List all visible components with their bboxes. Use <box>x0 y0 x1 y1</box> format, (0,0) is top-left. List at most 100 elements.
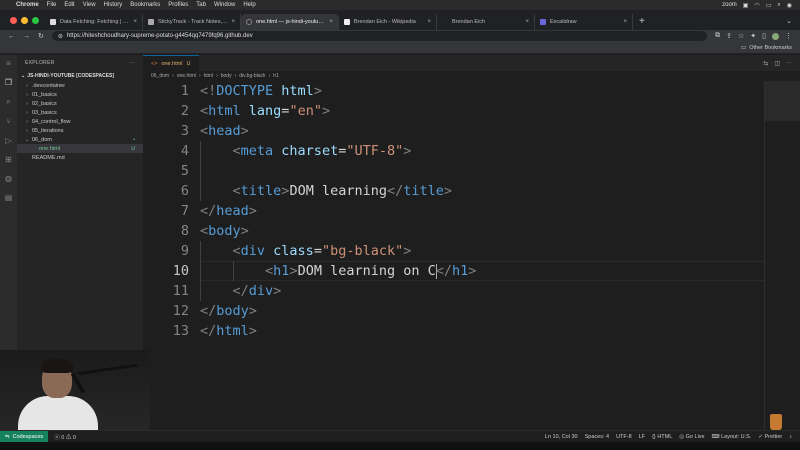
maximize-window-icon[interactable] <box>32 16 39 24</box>
go-live[interactable]: ◎ Go Live <box>679 434 704 440</box>
tree-folder[interactable]: › 02_basics <box>17 99 143 108</box>
tree-folder[interactable]: › .devcontainer <box>17 81 143 90</box>
menu-view[interactable]: View <box>83 2 96 8</box>
reload-icon[interactable]: ↻ <box>38 32 44 40</box>
wifi-icon[interactable]: ◠ <box>754 2 759 9</box>
code-line[interactable]: 7 </head> <box>143 201 800 221</box>
browser-tab-codespace[interactable]: one.html — js-hindi-youtube [C... × <box>241 14 339 30</box>
breadcrumb-item[interactable]: one.html <box>177 73 196 79</box>
end-of-line[interactable]: LF <box>639 434 645 440</box>
tree-folder[interactable]: › 01_basics <box>17 90 143 99</box>
menu-edit[interactable]: Edit <box>64 2 74 8</box>
battery-icon[interactable]: ▭ <box>766 2 772 9</box>
tree-folder[interactable]: › 03_basics <box>17 108 143 117</box>
side-panel-icon[interactable]: ▯ <box>762 32 766 40</box>
back-icon[interactable]: ← <box>8 33 15 40</box>
tampermonkey-icon[interactable] <box>770 414 782 430</box>
breadcrumb-item[interactable]: div.bg-black <box>239 73 265 79</box>
menu-bookmarks[interactable]: Bookmarks <box>130 2 160 8</box>
search-icon[interactable]: ⌕ <box>777 2 780 9</box>
share-icon[interactable]: ⇪ <box>726 32 732 40</box>
breadcrumb-item[interactable]: body <box>221 73 232 79</box>
extensions-icon[interactable]: ⊞ <box>5 155 12 164</box>
code-line[interactable]: 12 </body> <box>143 301 800 321</box>
close-tab-icon[interactable]: × <box>525 19 529 25</box>
browser-tab-stickytrack[interactable]: StickyTrack - Track Notes, Tra... × <box>143 14 241 30</box>
code-line[interactable]: 9 <div class="bg-black"> <box>143 241 800 261</box>
chrome-menu-icon[interactable]: ⋮ <box>785 32 792 40</box>
breadcrumb-item[interactable]: html <box>204 73 213 79</box>
code-line[interactable]: 1 <!DOCTYPE html> <box>143 81 800 101</box>
menu-file[interactable]: File <box>47 2 57 8</box>
menu-profiles[interactable]: Profiles <box>168 2 188 8</box>
bookmark-star-icon[interactable]: ☆ <box>738 32 744 40</box>
profile-avatar[interactable] <box>772 32 779 40</box>
close-tab-icon[interactable]: × <box>623 19 627 25</box>
tree-file[interactable]: one.html U <box>17 144 143 153</box>
language-mode[interactable]: {} HTML <box>652 434 672 440</box>
new-tab-button[interactable]: + <box>633 14 651 30</box>
site-info-icon[interactable]: ⊜ <box>58 33 63 40</box>
menu-tab[interactable]: Tab <box>196 2 206 8</box>
close-window-icon[interactable] <box>10 16 17 24</box>
github-icon[interactable]: ◍ <box>5 174 12 183</box>
browser-tab-nextjs[interactable]: Data Fetching: Fetching | Next.js × <box>45 14 143 30</box>
code-line[interactable]: 11 </div> <box>143 281 800 301</box>
code-line[interactable]: 5 <box>143 161 800 181</box>
browser-tab-excalidraw[interactable]: Excalidraw × <box>535 14 633 30</box>
code-line[interactable]: 4 <meta charset="UTF-8"> <box>143 141 800 161</box>
workspace-root[interactable]: ⌄ JS-HINDI-YOUTUBE [CODESPACES] <box>17 71 143 81</box>
tab-search-chevron-icon[interactable]: ⌄ <box>778 14 800 30</box>
compare-icon[interactable]: ⇆ <box>763 60 768 67</box>
code-line[interactable]: 13 </html> <box>143 321 800 341</box>
editor-tab-one-html[interactable]: <> one.html U <box>143 55 199 71</box>
open-in-app-icon[interactable]: ⧉ <box>715 32 720 40</box>
forward-icon[interactable]: → <box>23 33 30 40</box>
minimize-window-icon[interactable] <box>21 16 28 24</box>
search-icon[interactable]: ⌕ <box>6 97 10 107</box>
extensions-icon[interactable]: ✦ <box>750 32 756 40</box>
notifications-bell-icon[interactable]: ♪ <box>789 434 792 440</box>
menu-window[interactable]: Window <box>214 2 235 8</box>
code-line[interactable]: 8 <body> <box>143 221 800 241</box>
close-tab-icon[interactable]: × <box>427 19 431 25</box>
encoding[interactable]: UTF-8 <box>616 434 632 440</box>
menu-icon[interactable]: ≡ <box>6 59 11 68</box>
tree-file[interactable]: README.md <box>17 153 143 162</box>
other-bookmarks[interactable]: Other Bookmarks <box>749 45 792 51</box>
indentation[interactable]: Spaces: 4 <box>585 434 609 440</box>
more-actions-icon[interactable]: ··· <box>129 60 135 66</box>
close-tab-icon[interactable]: × <box>329 19 333 25</box>
tree-folder[interactable]: › 05_iterations <box>17 126 143 135</box>
minimap[interactable] <box>765 81 800 430</box>
code-line[interactable]: 10 <h1>DOM learning on C</h1> <box>143 261 800 281</box>
more-actions-icon[interactable]: ··· <box>786 60 792 67</box>
breadcrumb-item[interactable]: h1 <box>273 73 279 79</box>
minimap-viewport[interactable] <box>765 81 800 121</box>
code-line[interactable]: 6 <title>DOM learning</title> <box>143 181 800 201</box>
keyboard-layout[interactable]: ⌨ Layout: U.S. <box>712 434 752 440</box>
menubar-app-name[interactable]: Chrome <box>16 2 39 8</box>
breadcrumb-item[interactable]: 06_dom <box>151 73 169 79</box>
explorer-icon[interactable]: ❐ <box>5 78 12 87</box>
tree-folder[interactable]: ⌄ 06_dom • <box>17 135 143 144</box>
problems-indicator[interactable]: ⓧ 0 ⚠ 0 <box>54 433 76 441</box>
split-editor-icon[interactable]: ◫ <box>774 60 780 67</box>
remote-indicator[interactable]: ⇋ Codespaces <box>0 430 49 443</box>
run-debug-icon[interactable]: ▷ <box>5 136 11 145</box>
code-line[interactable]: 3 <head> <box>143 121 800 141</box>
zoom-status[interactable]: zoom <box>722 2 737 8</box>
menu-history[interactable]: History <box>104 2 123 8</box>
code-line[interactable]: 2 <html lang="en"> <box>143 101 800 121</box>
source-control-icon[interactable]: ⑂ <box>6 117 11 126</box>
code-editor[interactable]: 1 <!DOCTYPE html> 2 <html lang="en"> 3 <head>… <box>143 81 800 341</box>
browser-tab-brendan-eich[interactable]: Brendan Eich × <box>437 14 535 30</box>
address-bar[interactable]: ⊜ https://hiteshchoudhary-supreme-potato… <box>51 31 708 41</box>
cursor-position[interactable]: Ln 10, Col 30 <box>545 434 578 440</box>
close-tab-icon[interactable]: × <box>133 19 137 25</box>
prettier[interactable]: ✓ Prettier <box>758 434 782 440</box>
menubar-status-icon[interactable]: ▣ <box>743 2 749 9</box>
menu-help[interactable]: Help <box>243 2 255 8</box>
tree-folder[interactable]: › 04_control_flow <box>17 117 143 126</box>
control-center-icon[interactable]: ◉ <box>787 2 792 9</box>
